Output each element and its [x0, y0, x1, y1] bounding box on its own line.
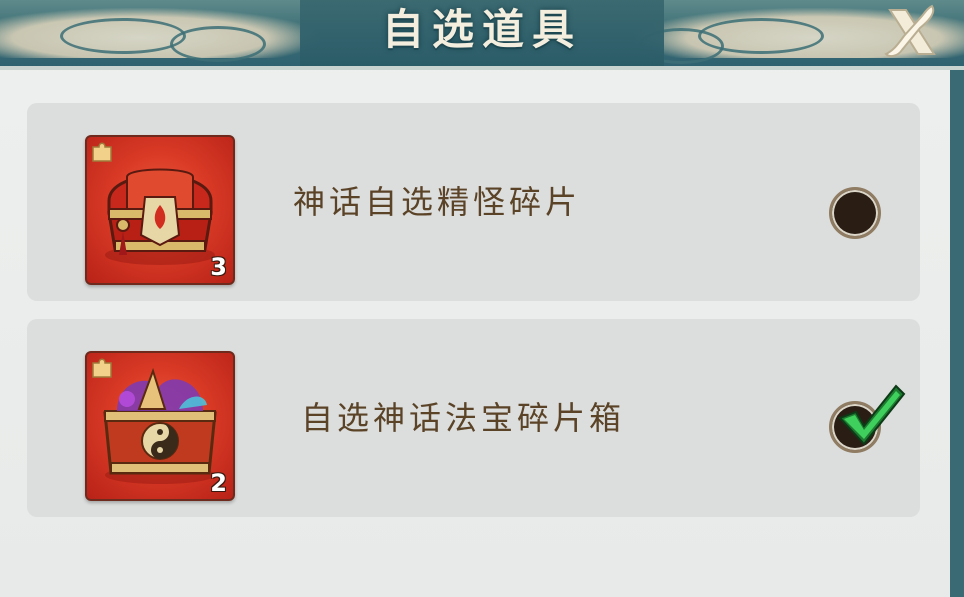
item-name: 自选神话法宝碎片箱 — [301, 399, 626, 437]
select-item-dialog: 自选道具 3 神话自选精怪碎片 2 自选神话法宝碎片箱 — [0, 0, 964, 597]
fragment-puzzle-icon — [92, 142, 112, 162]
close-x-icon — [884, 4, 936, 58]
item-option-2[interactable]: 2 自选神话法宝碎片箱 — [27, 319, 920, 517]
item-count: 2 — [210, 469, 227, 497]
item-count: 3 — [210, 253, 227, 281]
dialog-title: 自选道具 — [381, 5, 582, 54]
select-radio-button[interactable] — [829, 384, 906, 453]
select-radio-button[interactable] — [829, 187, 881, 239]
item-icon-frame: 3 — [85, 135, 235, 285]
checkmark-icon — [838, 384, 906, 446]
item-option-1[interactable]: 3 神话自选精怪碎片 — [27, 103, 920, 301]
item-name: 神话自选精怪碎片 — [293, 183, 582, 221]
dialog-header: 自选道具 — [0, 0, 964, 70]
fragment-puzzle-icon — [92, 358, 112, 378]
scrollbar-track[interactable] — [950, 70, 964, 597]
close-button[interactable] — [876, 2, 948, 64]
item-icon-frame: 2 — [85, 351, 235, 501]
